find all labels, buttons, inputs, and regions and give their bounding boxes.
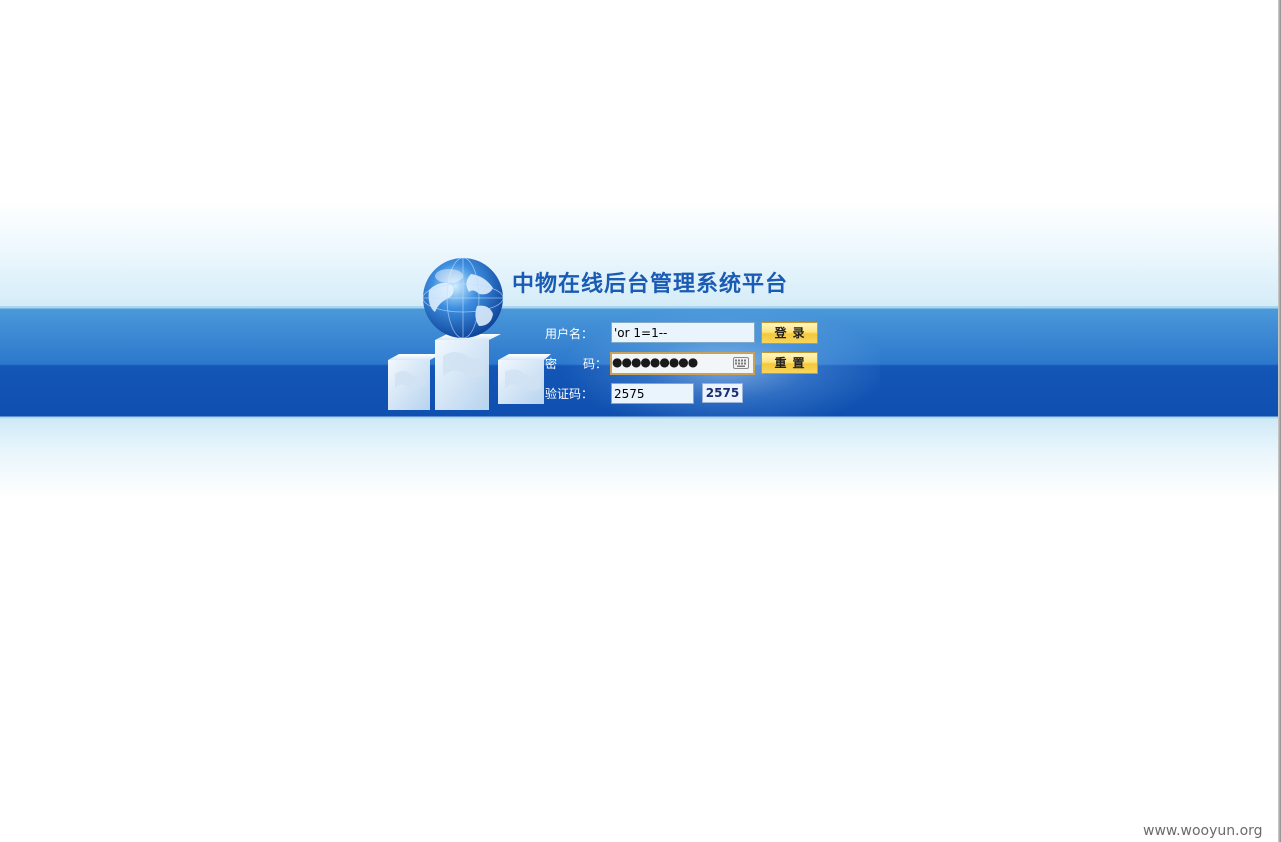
password-label-left: 密 (545, 357, 558, 371)
watermark: www.wooyun.org (1143, 823, 1263, 839)
banner-bottom-glow (0, 418, 1278, 498)
captcha-input[interactable] (611, 383, 694, 404)
captcha-image[interactable]: 2575 (702, 383, 743, 403)
page-title: 中物在线后台管理系统平台 (512, 272, 789, 297)
username-input[interactable] (611, 322, 755, 343)
password-label-right: 码： (583, 357, 608, 371)
password-label: 密 码： (545, 355, 607, 372)
keyboard-icon[interactable] (733, 357, 749, 369)
login-button[interactable]: 登录 (761, 322, 818, 344)
reset-button[interactable]: 重置 (761, 352, 818, 374)
captcha-label: 验证码： (545, 387, 594, 401)
username-label: 用户名： (545, 327, 594, 341)
